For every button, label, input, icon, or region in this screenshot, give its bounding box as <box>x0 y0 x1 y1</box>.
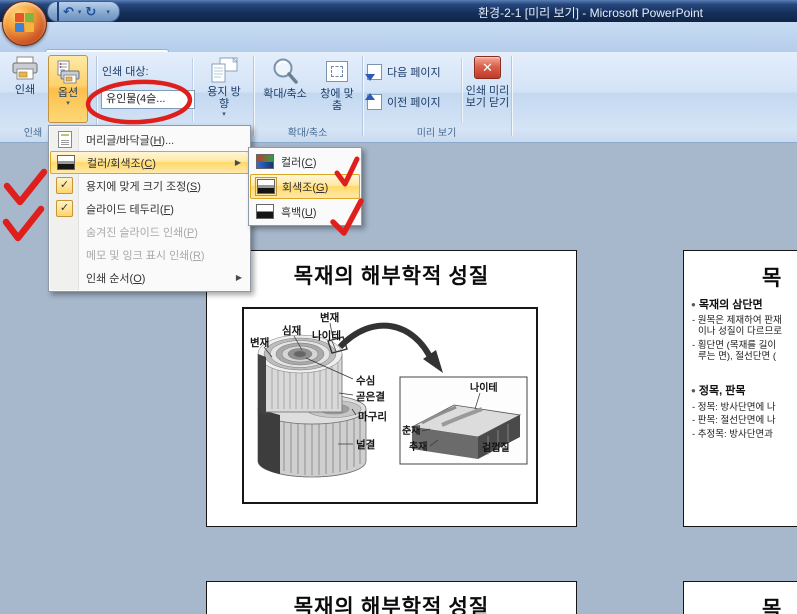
label-sapwood-top: 변재 <box>320 311 339 324</box>
bullet-icon: ● <box>691 300 696 309</box>
slide2-body-line: - 정목: 방사단면에 나 <box>692 399 776 413</box>
checked-checkbox-icon: ✓ <box>56 177 73 194</box>
label-pith: 수심 <box>356 374 375 387</box>
zoom-button[interactable]: 확대/축소 <box>256 56 314 100</box>
slide2-body-line: 루는 면), 절선단면 ( <box>698 348 776 362</box>
fit-to-window-button[interactable]: 창에 맞춤 <box>315 56 359 112</box>
color-icon <box>256 154 274 169</box>
label-annual-ring: 나이테 <box>312 329 341 342</box>
label-straight-grain: 곧은결 <box>356 390 385 403</box>
next-page-icon <box>367 64 382 80</box>
label-summerwood: 추재 <box>409 440 427 453</box>
previous-page-button[interactable]: 이전 페이지 <box>367 94 441 110</box>
close-print-preview-button[interactable]: ✕ 인쇄 미리 보기 닫기 <box>464 56 511 109</box>
redo-icon: ↻ <box>85 4 96 19</box>
bullet-icon: ● <box>691 386 696 395</box>
label-bark: 겉껍질 <box>482 442 510 454</box>
next-page-button[interactable]: 다음 페이지 <box>367 64 441 80</box>
slide1-title: 목재의 해부학적 성질 <box>207 260 576 290</box>
qat-customize-button[interactable]: ▾ <box>106 8 110 16</box>
grayscale-icon <box>57 155 75 170</box>
zoom-group-label: 확대/축소 <box>253 124 362 139</box>
window-title: 환경-2-1 [미리 보기] - Microsoft PowerPoint <box>478 4 703 21</box>
save-icon <box>57 2 59 21</box>
wood-anatomy-diagram: 변재 심재 변재 나이테 수심 곧은결 마구리 널결 <box>242 307 538 504</box>
undo-button[interactable]: ↶ <box>63 5 74 18</box>
submenu-item-black-white[interactable]: 흑백(U) <box>250 199 360 224</box>
red-check-annotation <box>7 172 44 202</box>
orientation-dropdown-arrow: ▾ <box>222 111 226 118</box>
label-sapwood-left: 변재 <box>250 336 269 349</box>
red-check-annotation <box>6 209 41 238</box>
preview-slide-4[interactable]: 목 <box>683 581 797 614</box>
label-end-grain: 마구리 <box>358 410 387 423</box>
slide2-title-partial: 목 <box>762 262 781 292</box>
previous-page-icon <box>367 94 382 110</box>
separator <box>461 58 462 122</box>
slide2-body-line: - 추정목: 방사단면과 <box>692 426 773 440</box>
options-printer-icon <box>55 59 81 85</box>
fit-to-window-icon <box>326 61 348 82</box>
preview-group-label: 미리 보기 <box>362 124 511 139</box>
print-target-label: 인쇄 대상: <box>102 63 149 79</box>
label-springwood: 춘재 <box>402 424 420 437</box>
orientation-button[interactable]: 용지 방향 ▾ <box>197 56 251 118</box>
options-dropdown-arrow: ▾ <box>66 100 70 107</box>
quick-access-toolbar: ↶ ▾ ↻ ▾ <box>47 1 120 22</box>
slide3-title: 목재의 해부학적 성질 <box>207 591 576 614</box>
slide4-title-partial: 목 <box>762 593 781 614</box>
options-menu: 머리글/바닥글(H)... 컬러/회색조(C) ▶ ✓ 용지에 맞게 크기 조정… <box>48 125 251 292</box>
menu-item-scale-to-fit[interactable]: ✓ 용지에 맞게 크기 조정(S) <box>50 174 249 197</box>
printer-icon <box>11 56 39 82</box>
save-button[interactable] <box>57 3 59 21</box>
office-logo-icon <box>15 13 34 33</box>
menu-item-color-grayscale[interactable]: 컬러/회색조(C) ▶ <box>50 151 249 174</box>
submenu-arrow-icon: ▶ <box>235 158 241 167</box>
group-separator <box>96 56 97 136</box>
menu-item-frame-slides[interactable]: ✓ 슬라이드 테두리(F) <box>50 197 249 220</box>
slide2-body-line: - 판목: 절선단면에 나 <box>692 412 776 426</box>
preview-slide-2[interactable]: 목 ●목재의 삼단면 - 원목은 제재하여 판재 이나 성질이 다르므로 - 횡… <box>683 250 797 527</box>
label-flat-grain: 널결 <box>356 438 375 451</box>
menu-item-print-comments: 메모 및 잉크 표시 인쇄(R) <box>50 243 249 266</box>
slide2-heading-1: ●목재의 삼단면 <box>691 296 763 312</box>
label-heartwood: 심재 <box>282 324 301 337</box>
label-annual-ring-2: 나이테 <box>470 381 498 394</box>
menu-item-printing-order[interactable]: 인쇄 순서(O) ▶ <box>50 266 249 289</box>
powerpoint-window: 목재의 해부학적 성질 <box>0 0 797 614</box>
header-footer-icon <box>58 131 72 148</box>
undo-dropdown-arrow[interactable]: ▾ <box>78 8 82 16</box>
submenu-item-color[interactable]: 컬러(C) <box>250 149 360 174</box>
slide2-heading-2: ●정목, 판목 <box>691 382 745 398</box>
paper-orientation-icon <box>209 56 239 84</box>
checked-checkbox-icon: ✓ <box>56 200 73 217</box>
print-button[interactable]: 인쇄 <box>5 56 45 96</box>
ribbon-tab-row: 인쇄 미리 보기 <box>0 22 797 52</box>
redo-button[interactable]: ↻ <box>85 5 96 18</box>
office-button[interactable] <box>2 1 47 46</box>
menu-item-print-hidden-slides: 숨겨진 슬라이드 인쇄(P) <box>50 220 249 243</box>
wood-diagram-svg: 변재 심재 변재 나이테 수심 곧은결 마구리 널결 <box>244 309 532 498</box>
submenu-arrow-icon: ▶ <box>236 273 242 282</box>
preview-slide-3[interactable]: 목재의 해부학적 성질 <box>206 581 577 614</box>
close-icon: ✕ <box>474 56 501 79</box>
print-target-combobox[interactable]: 유인물(4슬... <box>101 90 195 109</box>
undo-icon: ↶ <box>63 4 74 19</box>
slide2-body-line: 이나 성질이 다르므로 <box>698 323 782 337</box>
black-white-icon <box>256 204 274 219</box>
grayscale-icon <box>257 179 275 194</box>
menu-item-header-footer[interactable]: 머리글/바닥글(H)... <box>50 128 249 151</box>
color-grayscale-submenu: 컬러(C) 회색조(G) 흑백(U) <box>248 147 362 226</box>
group-separator <box>511 56 512 136</box>
options-button[interactable]: 옵션 ▾ <box>48 55 88 123</box>
submenu-item-grayscale[interactable]: 회색조(G) <box>250 174 360 199</box>
magnifier-icon <box>270 56 300 86</box>
preview-slide-1[interactable]: 목재의 해부학적 성질 <box>206 250 577 527</box>
